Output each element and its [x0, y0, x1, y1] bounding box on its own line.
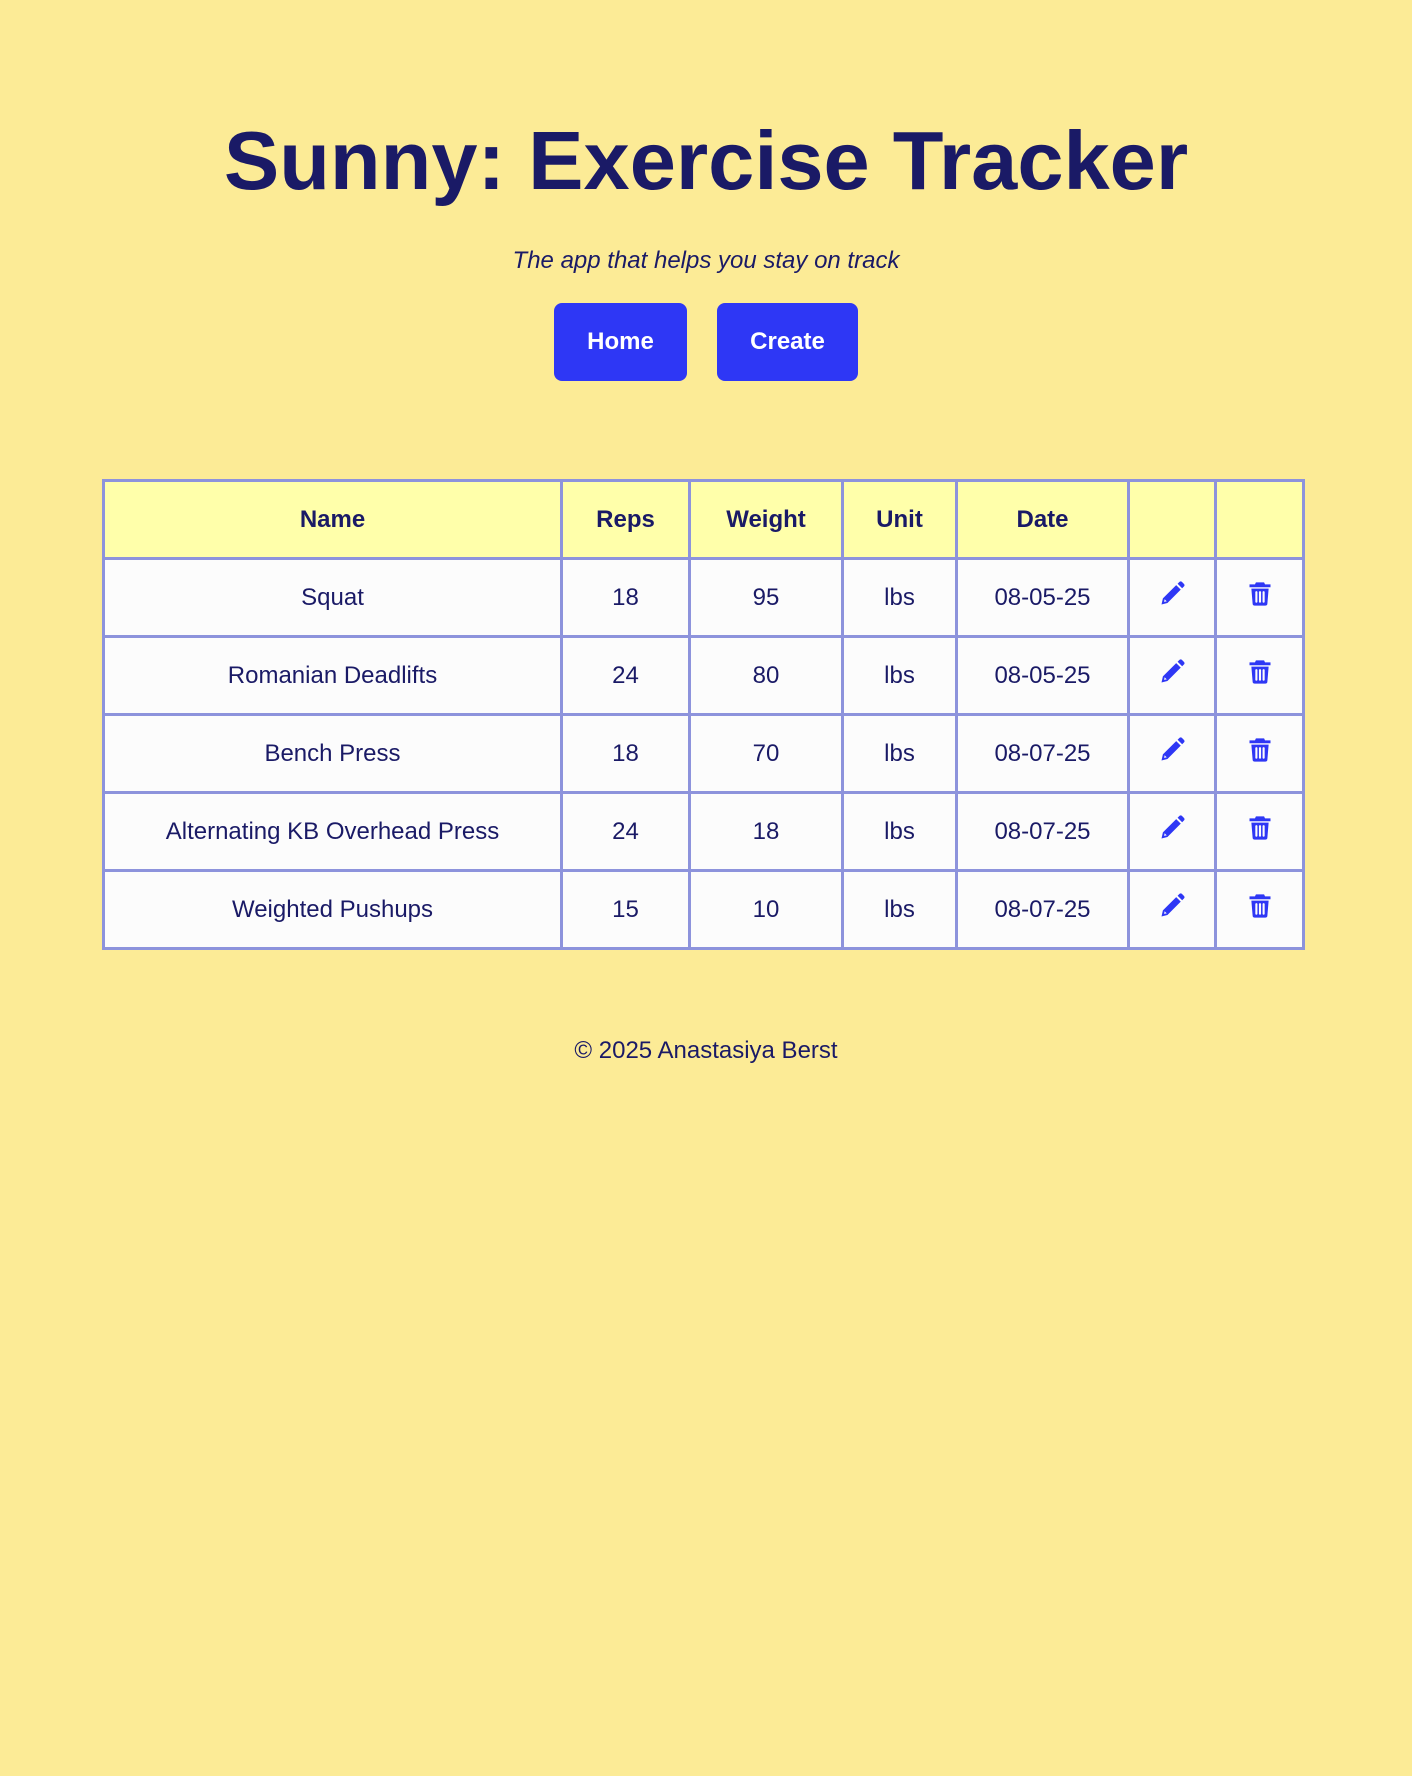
column-header-unit: Unit	[841, 479, 958, 560]
cell-unit: lbs	[841, 635, 958, 716]
cell-weight: 70	[688, 713, 844, 794]
cell-delete	[1214, 713, 1305, 794]
pencil-icon[interactable]	[1158, 892, 1186, 920]
cell-weight: 95	[688, 557, 844, 638]
cell-name: Weighted Pushups	[102, 869, 563, 950]
table-row: Weighted Pushups 15 10 lbs 08-07-25	[102, 869, 1305, 950]
column-header-reps: Reps	[560, 479, 691, 560]
footer-copyright: © 2025 Anastasiya Berst	[574, 1037, 838, 1064]
cell-edit	[1127, 635, 1217, 716]
column-header-name: Name	[102, 479, 563, 560]
cell-edit	[1127, 713, 1217, 794]
cell-reps: 24	[560, 791, 691, 872]
tagline: The app that helps you stay on track	[512, 247, 900, 274]
cell-unit: lbs	[841, 869, 958, 950]
exercise-table: Name Reps Weight Unit Date Squat 18 95 lbs 0…	[102, 479, 1305, 950]
cell-name: Bench Press	[102, 713, 563, 794]
pencil-icon[interactable]	[1158, 580, 1186, 608]
cell-delete	[1214, 635, 1305, 716]
main-nav: Home Create	[0, 303, 1412, 381]
home-button[interactable]: Home	[554, 303, 687, 381]
table-header-row: Name Reps Weight Unit Date	[102, 479, 1305, 560]
column-header-delete	[1214, 479, 1305, 560]
cell-reps: 18	[560, 557, 691, 638]
cell-edit	[1127, 791, 1217, 872]
table-row: Bench Press 18 70 lbs 08-07-25	[102, 713, 1305, 794]
cell-reps: 15	[560, 869, 691, 950]
cell-unit: lbs	[841, 713, 958, 794]
cell-date: 08-07-25	[955, 713, 1130, 794]
cell-edit	[1127, 557, 1217, 638]
trash-icon[interactable]	[1246, 814, 1274, 842]
cell-date: 08-07-25	[955, 869, 1130, 950]
column-header-date: Date	[955, 479, 1130, 560]
table-row: Romanian Deadlifts 24 80 lbs 08-05-25	[102, 635, 1305, 716]
cell-unit: lbs	[841, 791, 958, 872]
cell-weight: 80	[688, 635, 844, 716]
pencil-icon[interactable]	[1158, 658, 1186, 686]
trash-icon[interactable]	[1246, 658, 1274, 686]
cell-name: Romanian Deadlifts	[102, 635, 563, 716]
trash-icon[interactable]	[1246, 580, 1274, 608]
pencil-icon[interactable]	[1158, 814, 1186, 842]
trash-icon[interactable]	[1246, 736, 1274, 764]
table-row: Alternating KB Overhead Press 24 18 lbs 08-0…	[102, 791, 1305, 872]
page-header: Sunny: Exercise Tracker The app that hel…	[0, 0, 1412, 381]
cell-delete	[1214, 557, 1305, 638]
page-title: Sunny: Exercise Tracker	[223, 114, 1189, 207]
cell-date: 08-07-25	[955, 791, 1130, 872]
table-row: Squat 18 95 lbs 08-05-25	[102, 557, 1305, 638]
cell-reps: 24	[560, 635, 691, 716]
cell-name: Alternating KB Overhead Press	[102, 791, 563, 872]
cell-edit	[1127, 869, 1217, 950]
pencil-icon[interactable]	[1158, 736, 1186, 764]
column-header-weight: Weight	[688, 479, 844, 560]
cell-weight: 10	[688, 869, 844, 950]
cell-date: 08-05-25	[955, 557, 1130, 638]
column-header-edit	[1127, 479, 1217, 560]
trash-icon[interactable]	[1246, 892, 1274, 920]
create-button[interactable]: Create	[717, 303, 858, 381]
exercise-table-container: Name Reps Weight Unit Date Squat 18 95 lbs 0…	[102, 479, 1305, 950]
cell-unit: lbs	[841, 557, 958, 638]
cell-weight: 18	[688, 791, 844, 872]
cell-name: Squat	[102, 557, 563, 638]
cell-delete	[1214, 869, 1305, 950]
table-body: Squat 18 95 lbs 08-05-25 Romanian Deadlifts 24…	[102, 557, 1305, 950]
cell-delete	[1214, 791, 1305, 872]
cell-date: 08-05-25	[955, 635, 1130, 716]
cell-reps: 18	[560, 713, 691, 794]
